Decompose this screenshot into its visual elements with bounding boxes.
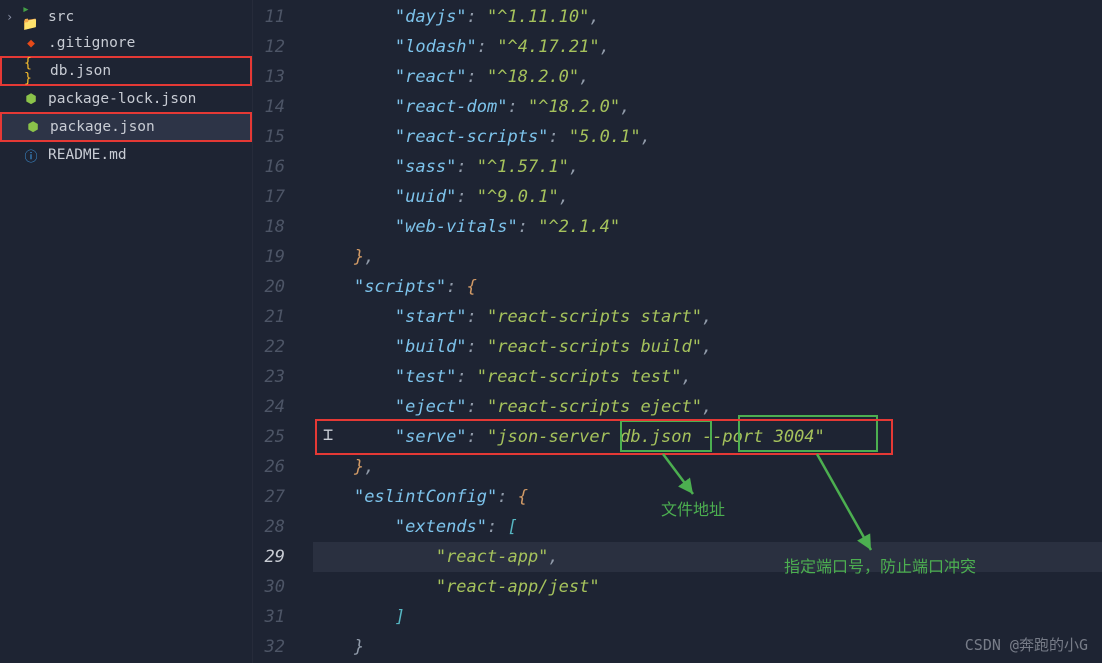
code-line[interactable]: "sass": "^1.57.1", [313,152,1102,182]
line-number-gutter: 1112131415161718192021222324252627282930… [253,0,313,663]
line-number: 17 [253,182,285,212]
line-number: 25 [253,422,285,452]
code-line[interactable]: "react-dom": "^18.2.0", [313,92,1102,122]
file-item-package-json[interactable]: ⬢ package.json [0,112,252,142]
npm-icon: ⬢ [24,118,42,136]
file-name-label: package-lock.json [48,91,196,107]
code-line[interactable]: "build": "react-scripts build", [313,332,1102,362]
line-number: 19 [253,242,285,272]
file-name-label: db.json [50,63,111,79]
line-number: 14 [253,92,285,122]
folder-icon: ▸📁 [22,8,40,26]
file-name-label: package.json [50,119,155,135]
code-line[interactable]: "web-vitals": "^2.1.4" [313,212,1102,242]
code-editor[interactable]: 1112131415161718192021222324252627282930… [253,0,1102,663]
line-number: 28 [253,512,285,542]
code-line[interactable]: }, [313,452,1102,482]
line-number: 30 [253,572,285,602]
code-line[interactable]: "react-app/jest" [313,572,1102,602]
line-number: 24 [253,392,285,422]
text-cursor-icon: ⌶ [323,425,333,445]
code-line[interactable]: "eject": "react-scripts eject", [313,392,1102,422]
line-number: 27 [253,482,285,512]
line-number: 13 [253,62,285,92]
line-number: 12 [253,32,285,62]
file-name-label: src [48,9,74,25]
line-number: 29 [253,542,285,572]
code-line[interactable]: ] [313,602,1102,632]
code-line[interactable]: "lodash": "^4.17.21", [313,32,1102,62]
npm-icon: ⬢ [22,90,40,108]
file-item--gitignore[interactable]: ◆ .gitignore [0,30,252,56]
line-number: 20 [253,272,285,302]
line-number: 31 [253,602,285,632]
code-line[interactable]: "dayjs": "^1.11.10", [313,2,1102,32]
line-number: 23 [253,362,285,392]
file-name-label: .gitignore [48,35,135,51]
watermark-text: CSDN @奔跑的小G [965,634,1088,655]
chevron-right-icon: › [6,10,13,24]
file-name-label: README.md [48,147,127,163]
line-number: 18 [253,212,285,242]
line-number: 22 [253,332,285,362]
code-line[interactable]: "scripts": { [313,272,1102,302]
info-icon: ⓘ [22,146,40,164]
code-content[interactable]: 文件地址 指定端口号，防止端口冲突 ⌶ "dayjs": "^1.11.10",… [313,0,1102,663]
code-line[interactable]: "uuid": "^9.0.1", [313,182,1102,212]
line-number: 26 [253,452,285,482]
code-line[interactable]: "start": "react-scripts start", [313,302,1102,332]
annotation-port: 指定端口号，防止端口冲突 [784,553,976,577]
file-explorer[interactable]: › ▸📁 src ◆ .gitignore { } db.json ⬢ package-lock… [0,0,253,663]
file-item-README-md[interactable]: ⓘ README.md [0,142,252,168]
json-icon: { } [24,62,42,80]
line-number: 32 [253,632,285,662]
file-item-src[interactable]: › ▸📁 src [0,4,252,30]
line-number: 16 [253,152,285,182]
line-number: 11 [253,2,285,32]
code-line[interactable]: "react-app", [313,542,1102,572]
line-number: 21 [253,302,285,332]
code-line[interactable]: "react": "^18.2.0", [313,62,1102,92]
annotation-file-addr: 文件地址 [661,496,725,520]
code-line[interactable]: "test": "react-scripts test", [313,362,1102,392]
code-line[interactable]: }, [313,242,1102,272]
code-line[interactable]: "react-scripts": "5.0.1", [313,122,1102,152]
line-number: 15 [253,122,285,152]
highlight-box-serve-line [315,419,893,455]
file-item-package-lock-json[interactable]: ⬢ package-lock.json [0,86,252,112]
file-item-db-json[interactable]: { } db.json [0,56,252,86]
git-icon: ◆ [22,34,40,52]
